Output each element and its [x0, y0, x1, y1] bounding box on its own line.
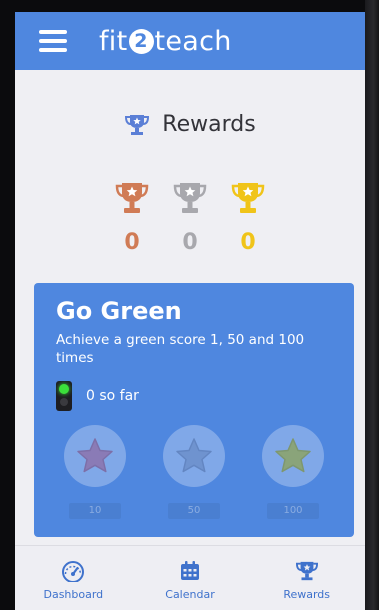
milestone-label: 10 [69, 503, 121, 519]
milestone-label: 50 [168, 503, 220, 519]
menu-icon[interactable] [39, 30, 67, 52]
star-icon [275, 438, 311, 473]
silver-count: 0 [182, 230, 198, 255]
milestone-stars: 10 50 100 [56, 425, 332, 519]
trophy-gold: 0 [230, 180, 266, 255]
trophy-icon [125, 114, 150, 135]
calendar-icon [181, 561, 199, 580]
app-logo: fit 2 teach [99, 26, 232, 57]
star-badge [64, 425, 126, 487]
app-screen: fit 2 teach Rewards 0 0 0 Go Green Achie… [15, 12, 365, 610]
device-bezel-top [0, 0, 379, 12]
silver-trophy-icon [173, 183, 207, 213]
bronze-trophy-icon [115, 183, 149, 213]
star-icon [77, 438, 113, 473]
app-bar: fit 2 teach [15, 12, 365, 70]
gauge-icon [62, 561, 85, 582]
milestone-10: 10 [64, 425, 126, 519]
trophy-bronze: 0 [114, 180, 150, 255]
nav-label: Rewards [283, 588, 331, 601]
bottom-navigation: Dashboard Calendar Rewards [15, 545, 365, 610]
trophy-silver: 0 [172, 180, 208, 255]
nav-item-calendar[interactable]: Calendar [132, 546, 249, 610]
progress-text: 0 so far [86, 388, 139, 404]
nav-label: Calendar [165, 588, 215, 601]
nav-item-dashboard[interactable]: Dashboard [15, 546, 132, 610]
bronze-count: 0 [124, 230, 140, 255]
milestone-100: 100 [262, 425, 324, 519]
page-title: Rewards [15, 112, 365, 137]
device-bezel-right [365, 0, 379, 610]
star-badge [262, 425, 324, 487]
rewards-title-label: Rewards [162, 112, 256, 137]
milestone-label: 100 [267, 503, 319, 519]
nav-item-rewards[interactable]: Rewards [248, 546, 365, 610]
card-description: Achieve a green score 1, 50 and 100 time… [56, 332, 305, 366]
trophy-icon [295, 561, 318, 581]
brand-number: 2 [128, 28, 154, 54]
gold-count: 0 [240, 230, 256, 255]
go-green-card[interactable]: Go Green Achieve a green score 1, 50 and… [34, 283, 354, 537]
brand-prefix: fit [99, 25, 128, 57]
card-title: Go Green [56, 297, 182, 325]
brand-suffix: teach [154, 25, 232, 57]
star-icon [176, 438, 212, 473]
gold-trophy-icon [231, 183, 265, 213]
star-badge [163, 425, 225, 487]
traffic-light-icon [56, 381, 72, 411]
nav-label: Dashboard [43, 588, 104, 601]
milestone-50: 50 [163, 425, 225, 519]
device-bezel-left [0, 0, 15, 610]
trophy-summary: 0 0 0 [15, 180, 365, 255]
card-progress: 0 so far [56, 381, 332, 411]
